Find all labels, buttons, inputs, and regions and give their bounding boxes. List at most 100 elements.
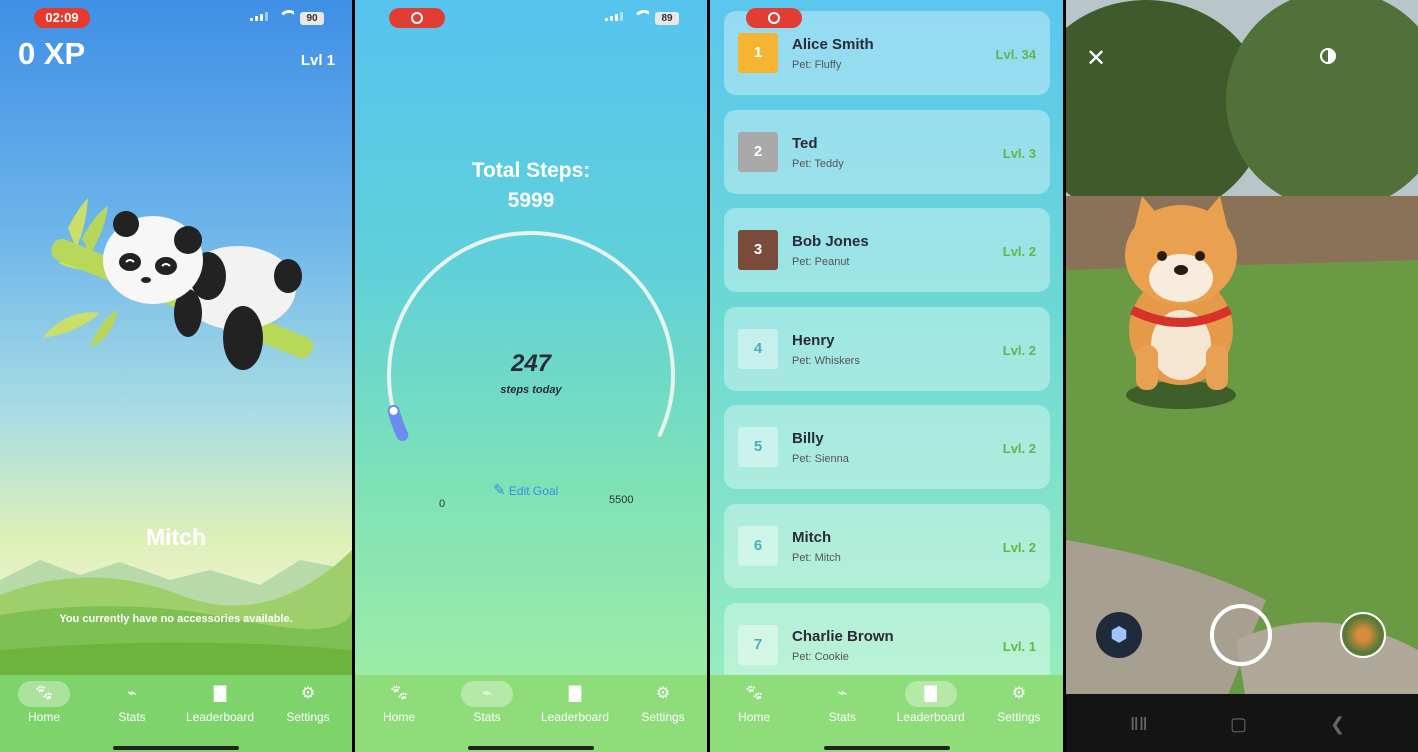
shutter-button[interactable] [1210,604,1272,666]
tab-stats[interactable]: ⌁ Stats [443,681,531,752]
leaderboard-entry[interactable]: 4 Henry Pet: Whiskers Lvl. 2 [724,306,1050,391]
player-name: Mitch [792,529,832,546]
player-pet: Pet: Cookie [792,650,849,663]
contrast-icon[interactable] [1320,48,1336,64]
back-icon[interactable]: ❮ [1330,714,1345,735]
level-label: Lvl 1 [300,52,335,69]
tab-leaderboard[interactable]: ▇ Leaderboard [887,681,975,752]
player-pet: Pet: Sienna [792,453,849,466]
rank-badge: 4 [738,328,778,369]
rank-badge: 2 [738,131,778,172]
rank-badge: 3 [738,230,778,271]
home-icon[interactable]: ▢ [1230,714,1247,735]
status-time: 02:09 [34,8,90,28]
leaderboard-entry[interactable]: 5 Billy Pet: Sienna Lvl. 2 [724,405,1050,490]
running-icon: ⌁ [461,681,513,707]
tab-bar: 🐾︎ Home ⌁ Stats ▇ Leaderboard ⚙ Settings [0,675,352,752]
player-name: Billy [792,430,824,448]
hills-landscape [0,550,352,680]
leaderboard-entry[interactable]: 6 Mitch Pet: Mitch Lvl. 2 [724,504,1050,588]
player-level: Lvl. 34 [995,47,1036,62]
recording-indicator [389,8,445,28]
player-level: Lvl. 2 [1002,244,1036,260]
recording-indicator [746,8,802,28]
player-level: Lvl. 2 [1002,441,1036,457]
paw-icon: 🐾︎ [388,685,410,702]
close-icon[interactable]: ✕ [1086,44,1106,73]
player-pet: Pet: Fluffy [792,59,842,71]
player-name: Henry [792,331,835,349]
panda-pet-image[interactable] [38,188,318,383]
ar-camera-view [1066,0,1418,700]
tab-home[interactable]: 🐾︎ Home [355,681,443,752]
gauge-goal-label: 5500 [609,494,634,506]
ar-object-button[interactable]: ⬢ [1096,612,1142,658]
player-level: Lvl. 3 [1002,145,1036,161]
running-icon: ⌁ [837,685,848,702]
player-pet: Pet: Peanut [792,256,850,269]
player-pet: Pet: Mitch [792,552,841,564]
rank-badge: 5 [738,427,778,468]
battery-indicator: 89 [655,12,679,25]
tab-stats[interactable]: ⌁ Stats [88,681,176,752]
player-level: Lvl. 1 [1002,638,1036,654]
recents-icon[interactable]: ⅡⅡ [1130,714,1148,735]
accessories-message: You currently have no accessories availa… [59,613,293,625]
people-gear-icon: ⚙ [300,685,316,702]
bar-chart-icon: ▇ [213,685,227,702]
player-name: Ted [792,134,818,152]
battery-indicator: 90 [300,12,324,25]
tab-settings[interactable]: ⚙ Settings [975,681,1063,752]
stats-screen: 89 Total Steps: 5999 247 steps today 0 5… [355,0,707,752]
people-gear-icon: ⚙ [1011,685,1027,702]
cube-icon: ⬢ [1110,624,1128,646]
wifi-icon [278,10,294,22]
leaderboard-entry[interactable]: 3 Bob Jones Pet: Peanut Lvl. 2 [724,208,1050,293]
bar-chart-icon: ▇ [904,681,957,707]
gauge-knob[interactable] [389,406,398,415]
home-indicator [468,746,594,750]
player-pet: Pet: Teddy [792,157,844,170]
paw-icon: 🐾︎ [18,681,70,707]
player-level: Lvl. 2 [1002,540,1036,555]
player-name: Alice Smith [792,36,874,53]
leaderboard-entry[interactable]: 7 Charlie Brown Pet: Cookie Lvl. 1 [724,602,1050,687]
tab-settings[interactable]: ⚙ Settings [619,681,707,752]
player-level: Lvl. 2 [1002,342,1036,358]
total-steps-label: Total Steps: [471,159,591,182]
steps-today: 247 steps today [355,350,707,396]
leaderboard-entry[interactable]: 2 Ted Pet: Teddy Lvl. 3 [724,109,1050,194]
total-steps-value: 5999 [507,189,555,212]
pet-name: Mitch [145,524,207,550]
leaderboard-screen: 1 Alice Smith Pet: Fluffy Lvl. 34 2 Ted Pet: T… [710,0,1063,752]
total-steps: Total Steps: 5999 [355,156,707,216]
tab-settings[interactable]: ⚙ Settings [264,681,352,752]
home-indicator [113,746,239,750]
pencil-icon: ✎ [493,482,506,499]
running-icon: ⌁ [127,685,137,702]
gauge-min-label: 0 [439,498,446,510]
tab-stats[interactable]: ⌁ Stats [798,681,886,752]
steps-today-label: steps today [500,384,562,396]
status-bar: 89 [355,8,707,30]
player-name: Charlie Brown [792,627,894,645]
ar-camera-screen: ✕ ⬢ ⅡⅡ ▢ ❮ [1066,0,1418,752]
xp-counter: 0 XP [18,36,86,71]
status-bar: 02:09 90 [0,8,352,30]
edit-goal-button[interactable]: ✎ Edit Goal [493,481,558,499]
rank-badge: 1 [738,33,778,73]
tab-home[interactable]: 🐾︎ Home [710,681,798,752]
gauge-track [387,231,675,438]
signal-icon [605,12,623,21]
tab-home[interactable]: 🐾︎ Home [0,681,88,752]
tab-bar: 🐾︎ Home ⌁ Stats ▇ Leaderboard ⚙ Settings [710,675,1063,752]
home-indicator [823,746,950,750]
home-screen: 02:09 90 0 XP Lvl 1 Mitch You currently … [0,0,352,752]
tab-leaderboard[interactable]: ▇ Leaderboard [176,681,264,752]
status-bar [710,8,1063,30]
gallery-thumbnail[interactable] [1340,612,1386,658]
rank-badge: 6 [738,526,778,566]
rank-badge: 7 [738,624,778,665]
people-gear-icon: ⚙ [655,685,671,702]
tab-leaderboard[interactable]: ▇ Leaderboard [531,681,619,752]
